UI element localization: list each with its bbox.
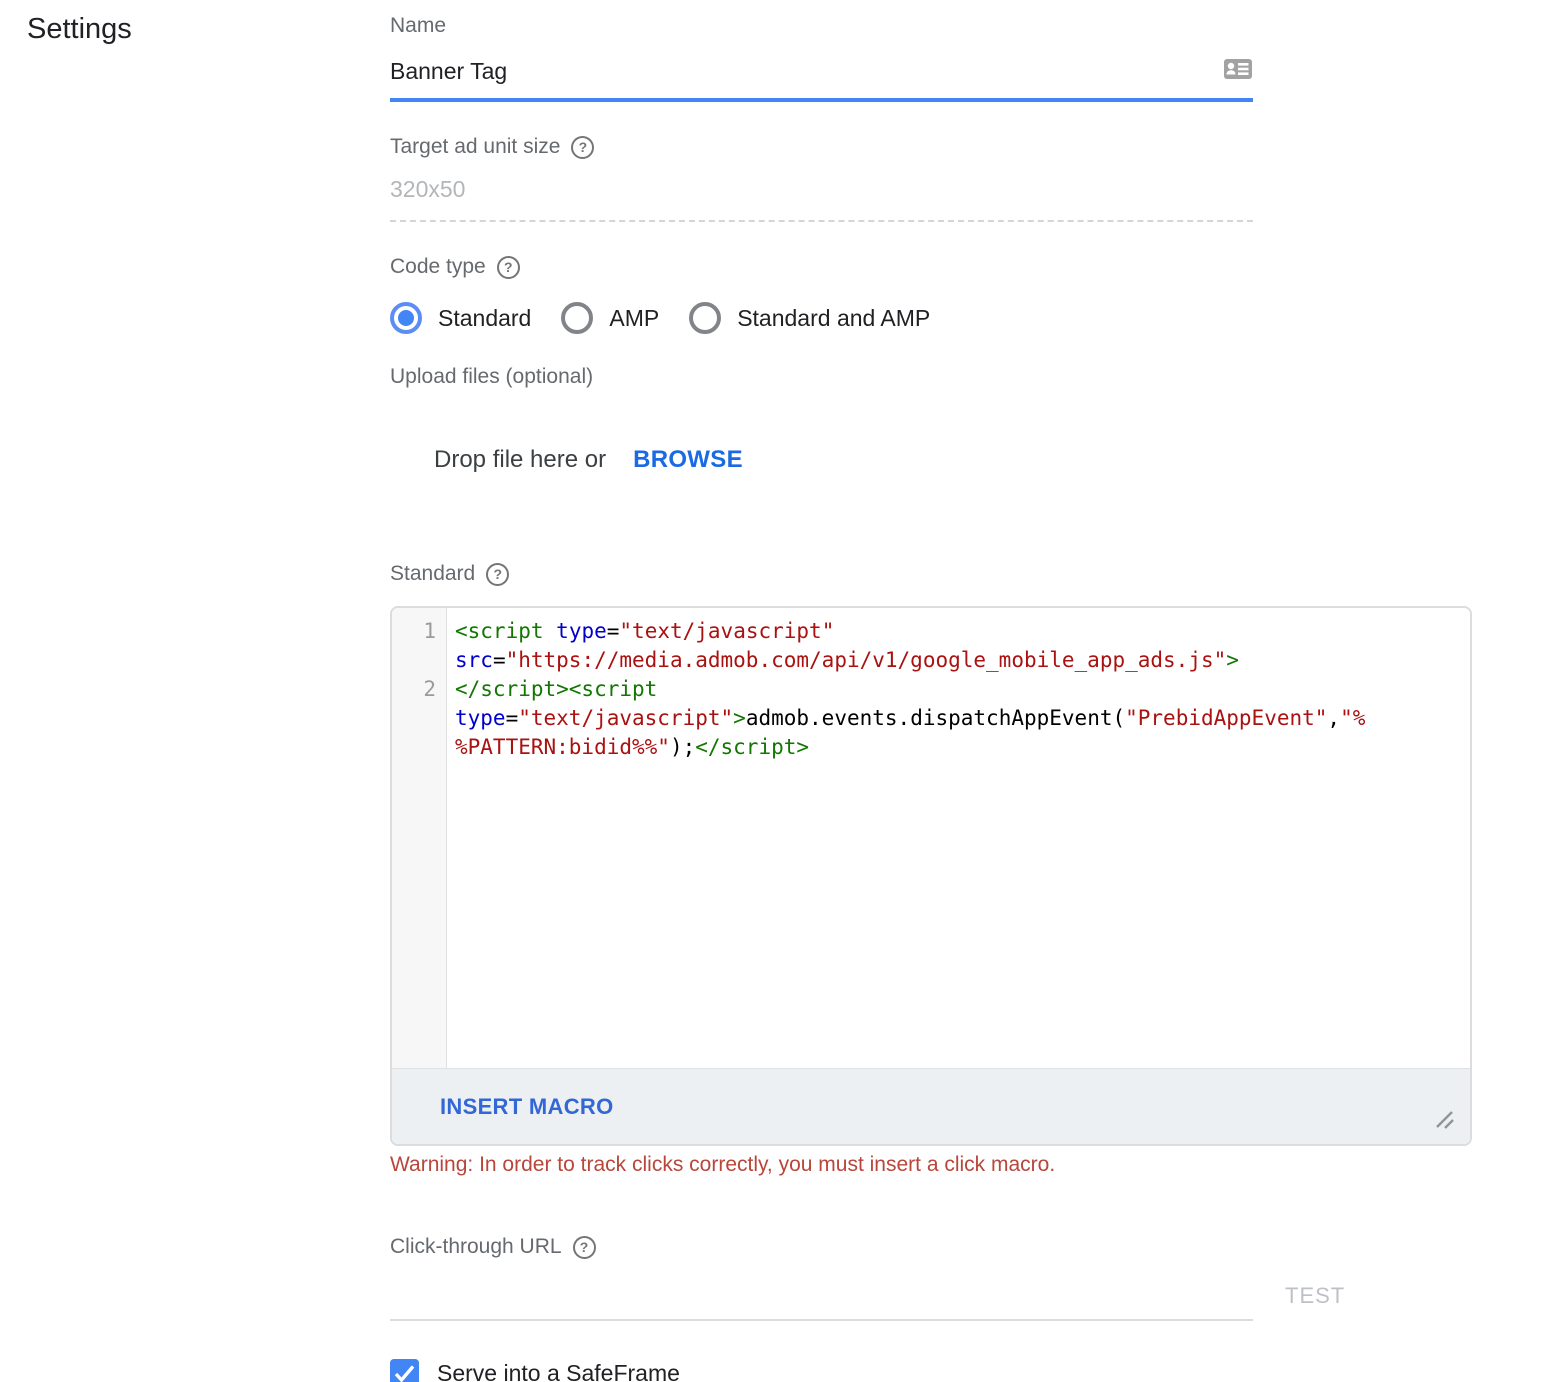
code-editor: 12 <script type="text/javascript"src="ht… xyxy=(390,606,1472,1146)
test-button[interactable]: TEST xyxy=(1285,1283,1345,1309)
target-ad-unit-size-value: 320x50 xyxy=(390,176,465,202)
click-through-url-label: Click-through URL xyxy=(390,1235,562,1259)
safeframe-label[interactable]: Serve into a SafeFrame xyxy=(437,1360,680,1382)
target-ad-unit-size-label: Target ad unit size xyxy=(390,135,560,159)
standard-code-label: Standard xyxy=(390,562,475,586)
help-icon[interactable]: ? xyxy=(571,136,594,159)
code-type-label: Code type xyxy=(390,255,486,279)
help-icon[interactable]: ? xyxy=(486,563,509,586)
safeframe-checkbox[interactable] xyxy=(390,1359,419,1382)
code-type-radio-group: Standard AMP Standard and AMP xyxy=(390,301,1566,335)
safeframe-row: Serve into a SafeFrame xyxy=(390,1359,1566,1382)
drop-file-text: Drop file here or xyxy=(434,446,606,474)
click-through-url-row: TEST xyxy=(390,1259,1566,1321)
name-label: Name xyxy=(390,14,1566,38)
help-icon[interactable]: ? xyxy=(497,256,520,279)
file-dropzone[interactable]: Drop file here or BROWSE xyxy=(390,446,1566,474)
code-editor-gutter: 12 xyxy=(392,608,447,1068)
radio-standard-and-amp[interactable] xyxy=(689,302,721,334)
upload-files-label: Upload files (optional) xyxy=(390,365,1566,389)
target-ad-unit-size-field: 320x50 xyxy=(390,176,1253,222)
code-editor-area[interactable]: 12 <script type="text/javascript"src="ht… xyxy=(392,608,1470,1068)
browse-button[interactable]: BROWSE xyxy=(633,446,743,474)
creative-settings-page: Settings Name Banner Tag Target ad unit … xyxy=(0,0,1566,1382)
resize-handle-icon[interactable] xyxy=(1432,1107,1456,1136)
settings-form: Name Banner Tag Target ad unit size ? 32… xyxy=(390,0,1566,1382)
radio-amp-label[interactable]: AMP xyxy=(609,305,659,332)
code-editor-content[interactable]: <script type="text/javascript"src="https… xyxy=(447,608,1470,1068)
click-through-url-input[interactable] xyxy=(390,1261,1253,1321)
contact-card-icon xyxy=(1223,58,1253,85)
insert-macro-button[interactable]: INSERT MACRO xyxy=(440,1094,614,1120)
page-title: Settings xyxy=(27,13,132,46)
help-icon[interactable]: ? xyxy=(573,1236,596,1259)
radio-standard-label[interactable]: Standard xyxy=(438,305,531,332)
click-macro-warning: Warning: In order to track clicks correc… xyxy=(390,1153,1566,1177)
name-input[interactable]: Banner Tag xyxy=(390,58,507,85)
radio-amp[interactable] xyxy=(561,302,593,334)
code-editor-footer: INSERT MACRO xyxy=(392,1068,1470,1144)
name-field[interactable]: Banner Tag xyxy=(390,58,1253,102)
radio-standard[interactable] xyxy=(390,302,422,334)
radio-standard-and-amp-label[interactable]: Standard and AMP xyxy=(737,305,930,332)
